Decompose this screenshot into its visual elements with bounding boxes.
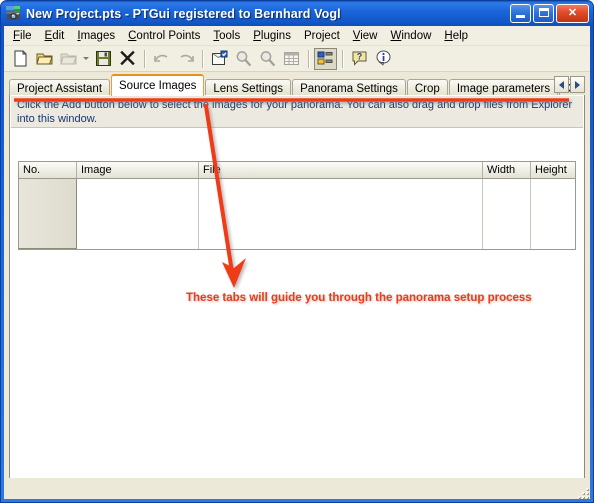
image-list-table[interactable]: No. Image File Width Height bbox=[18, 161, 576, 250]
menu-help[interactable]: Help bbox=[438, 28, 475, 44]
hint-text: Click the Add button below to select the… bbox=[11, 96, 583, 128]
toolbar-separator bbox=[202, 49, 204, 68]
annotation-caption: These tabs will guide you through the pa… bbox=[186, 292, 532, 304]
minimize-button[interactable] bbox=[510, 4, 531, 23]
chevron-left-icon[interactable] bbox=[554, 76, 569, 93]
tab-label: Project Assistant bbox=[17, 83, 103, 95]
chevron-right-icon[interactable] bbox=[570, 76, 585, 93]
close-project-icon[interactable] bbox=[116, 48, 139, 70]
camera-icon bbox=[5, 5, 22, 22]
column-header-file[interactable]: File bbox=[199, 162, 483, 178]
maximize-button[interactable] bbox=[533, 4, 554, 23]
cell-width[interactable] bbox=[483, 179, 531, 249]
title-bar[interactable]: New Project.pts - PTGui registered to Be… bbox=[1, 1, 593, 26]
layout-icon[interactable] bbox=[314, 47, 337, 70]
tab-image-parameters[interactable]: Image parameters bbox=[448, 79, 559, 96]
grid-icon bbox=[280, 48, 303, 70]
menu-file[interactable]: File bbox=[7, 28, 39, 44]
column-header-no[interactable]: No. bbox=[19, 162, 77, 178]
tab-label: Image parameters bbox=[456, 83, 551, 95]
menu-tools[interactable]: Tools bbox=[207, 28, 247, 44]
resize-grip[interactable] bbox=[574, 484, 588, 498]
tab-strip: Project Assistant Source Images Lens Set… bbox=[9, 74, 585, 96]
help-icon[interactable]: ? bbox=[348, 48, 371, 70]
client-area: File Edit Images Control Points Tools Pl… bbox=[4, 26, 590, 499]
tab-scroll-buttons bbox=[554, 76, 585, 93]
cell-file[interactable] bbox=[199, 179, 483, 249]
tab-panorama-settings[interactable]: Panorama Settings bbox=[292, 79, 406, 96]
empty-preview-area bbox=[18, 255, 576, 483]
column-header-height[interactable]: Height bbox=[531, 162, 575, 178]
column-header-image[interactable]: Image bbox=[77, 162, 199, 178]
cell-image[interactable] bbox=[77, 179, 199, 249]
cell-no[interactable] bbox=[19, 179, 77, 249]
redo-icon bbox=[174, 48, 197, 70]
tab-label: Panorama Settings bbox=[300, 83, 398, 95]
toolbar-separator bbox=[342, 49, 344, 68]
toolbar-separator bbox=[308, 49, 310, 68]
menu-view[interactable]: View bbox=[347, 28, 385, 44]
chevron-down-icon bbox=[81, 48, 90, 70]
new-project-icon[interactable] bbox=[9, 48, 32, 70]
tab-label: Lens Settings bbox=[213, 83, 284, 95]
menu-control-points[interactable]: Control Points bbox=[122, 28, 207, 44]
undo-icon bbox=[150, 48, 173, 70]
project-settings-icon[interactable] bbox=[208, 48, 231, 70]
menu-project[interactable]: Project bbox=[298, 28, 347, 44]
menu-plugins[interactable]: Plugins bbox=[247, 28, 298, 44]
menu-window[interactable]: Window bbox=[385, 28, 439, 44]
status-strip bbox=[4, 478, 590, 499]
main-toolbar: ? bbox=[4, 46, 590, 72]
window-controls: ✕ bbox=[510, 4, 591, 23]
svg-text:?: ? bbox=[357, 52, 363, 62]
toolbar-separator bbox=[144, 49, 146, 68]
close-button[interactable]: ✕ bbox=[556, 4, 589, 23]
window-title: New Project.pts - PTGui registered to Be… bbox=[26, 6, 341, 21]
table-header-row: No. Image File Width Height bbox=[19, 162, 575, 179]
tab-source-images[interactable]: Source Images bbox=[111, 74, 205, 96]
column-header-width[interactable]: Width bbox=[483, 162, 531, 178]
menu-images[interactable]: Images bbox=[71, 28, 122, 44]
tab-crop[interactable]: Crop bbox=[406, 79, 448, 96]
zoom-out-icon bbox=[232, 48, 255, 70]
menu-edit[interactable]: Edit bbox=[39, 28, 72, 44]
about-icon[interactable] bbox=[372, 48, 395, 70]
menu-bar: File Edit Images Control Points Tools Pl… bbox=[4, 26, 590, 46]
tab-project-assistant[interactable]: Project Assistant bbox=[9, 79, 111, 96]
tab-label: Source Images bbox=[119, 80, 197, 92]
open-recent-icon bbox=[57, 48, 80, 70]
ptgui-application-window: New Project.pts - PTGui registered to Be… bbox=[0, 0, 594, 503]
tab-label: Crop bbox=[414, 83, 440, 95]
open-project-icon[interactable] bbox=[33, 48, 56, 70]
cell-height[interactable] bbox=[531, 179, 575, 249]
table-body-empty[interactable] bbox=[19, 179, 575, 249]
tab-lens-settings[interactable]: Lens Settings bbox=[205, 79, 292, 96]
save-project-icon[interactable] bbox=[92, 48, 115, 70]
zoom-in-icon bbox=[256, 48, 279, 70]
